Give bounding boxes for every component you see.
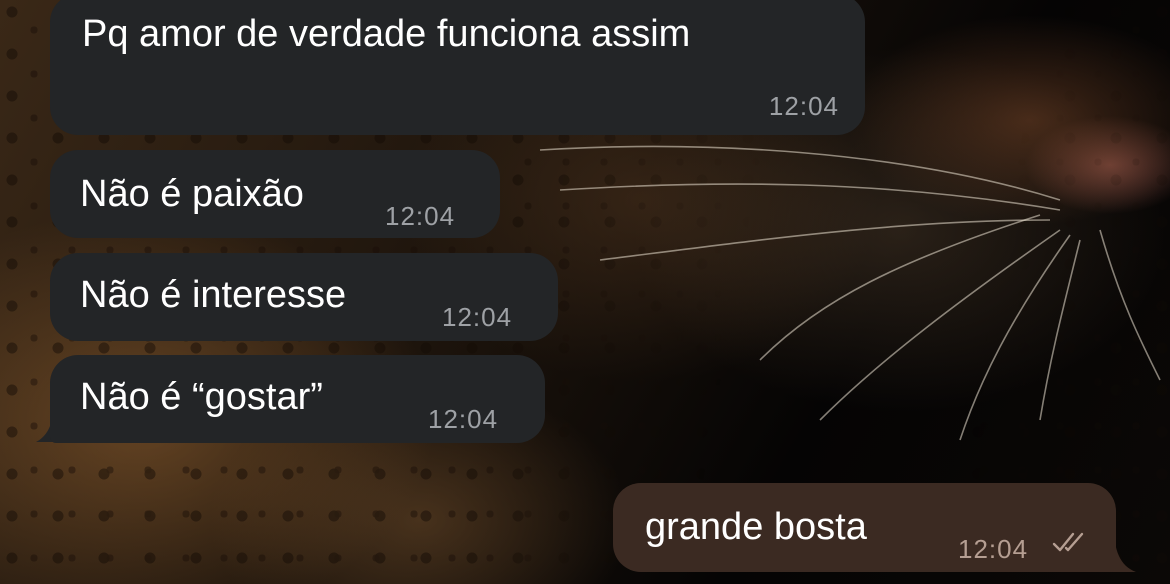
- message-bubble-incoming[interactable]: Pq amor de verdade funciona assim 12:04: [50, 0, 865, 135]
- message-timestamp: 12:04: [442, 302, 513, 332]
- message-timestamp: 12:04: [428, 404, 499, 434]
- message-text: Pq amor de verdade funciona assim: [82, 13, 691, 55]
- message-timestamp: 12:04: [768, 91, 839, 121]
- message-text: Não é interesse: [80, 274, 347, 316]
- message-bubble-incoming[interactable]: Não é “gostar” 12:04: [50, 355, 545, 443]
- message-bubble-incoming[interactable]: Não é paixão 12:04: [50, 150, 500, 238]
- message-text: Não é “gostar”: [80, 376, 323, 418]
- message-text: Não é paixão: [80, 173, 304, 215]
- message-text: grande bosta: [645, 506, 867, 548]
- message-timestamp: 12:04: [385, 201, 456, 231]
- message-bubble-incoming[interactable]: Não é interesse 12:04: [50, 253, 558, 341]
- double-check-icon: [1052, 532, 1084, 552]
- message-timestamp: 12:04: [958, 534, 1029, 564]
- message-bubble-outgoing[interactable]: grande bosta 12:04: [613, 483, 1116, 572]
